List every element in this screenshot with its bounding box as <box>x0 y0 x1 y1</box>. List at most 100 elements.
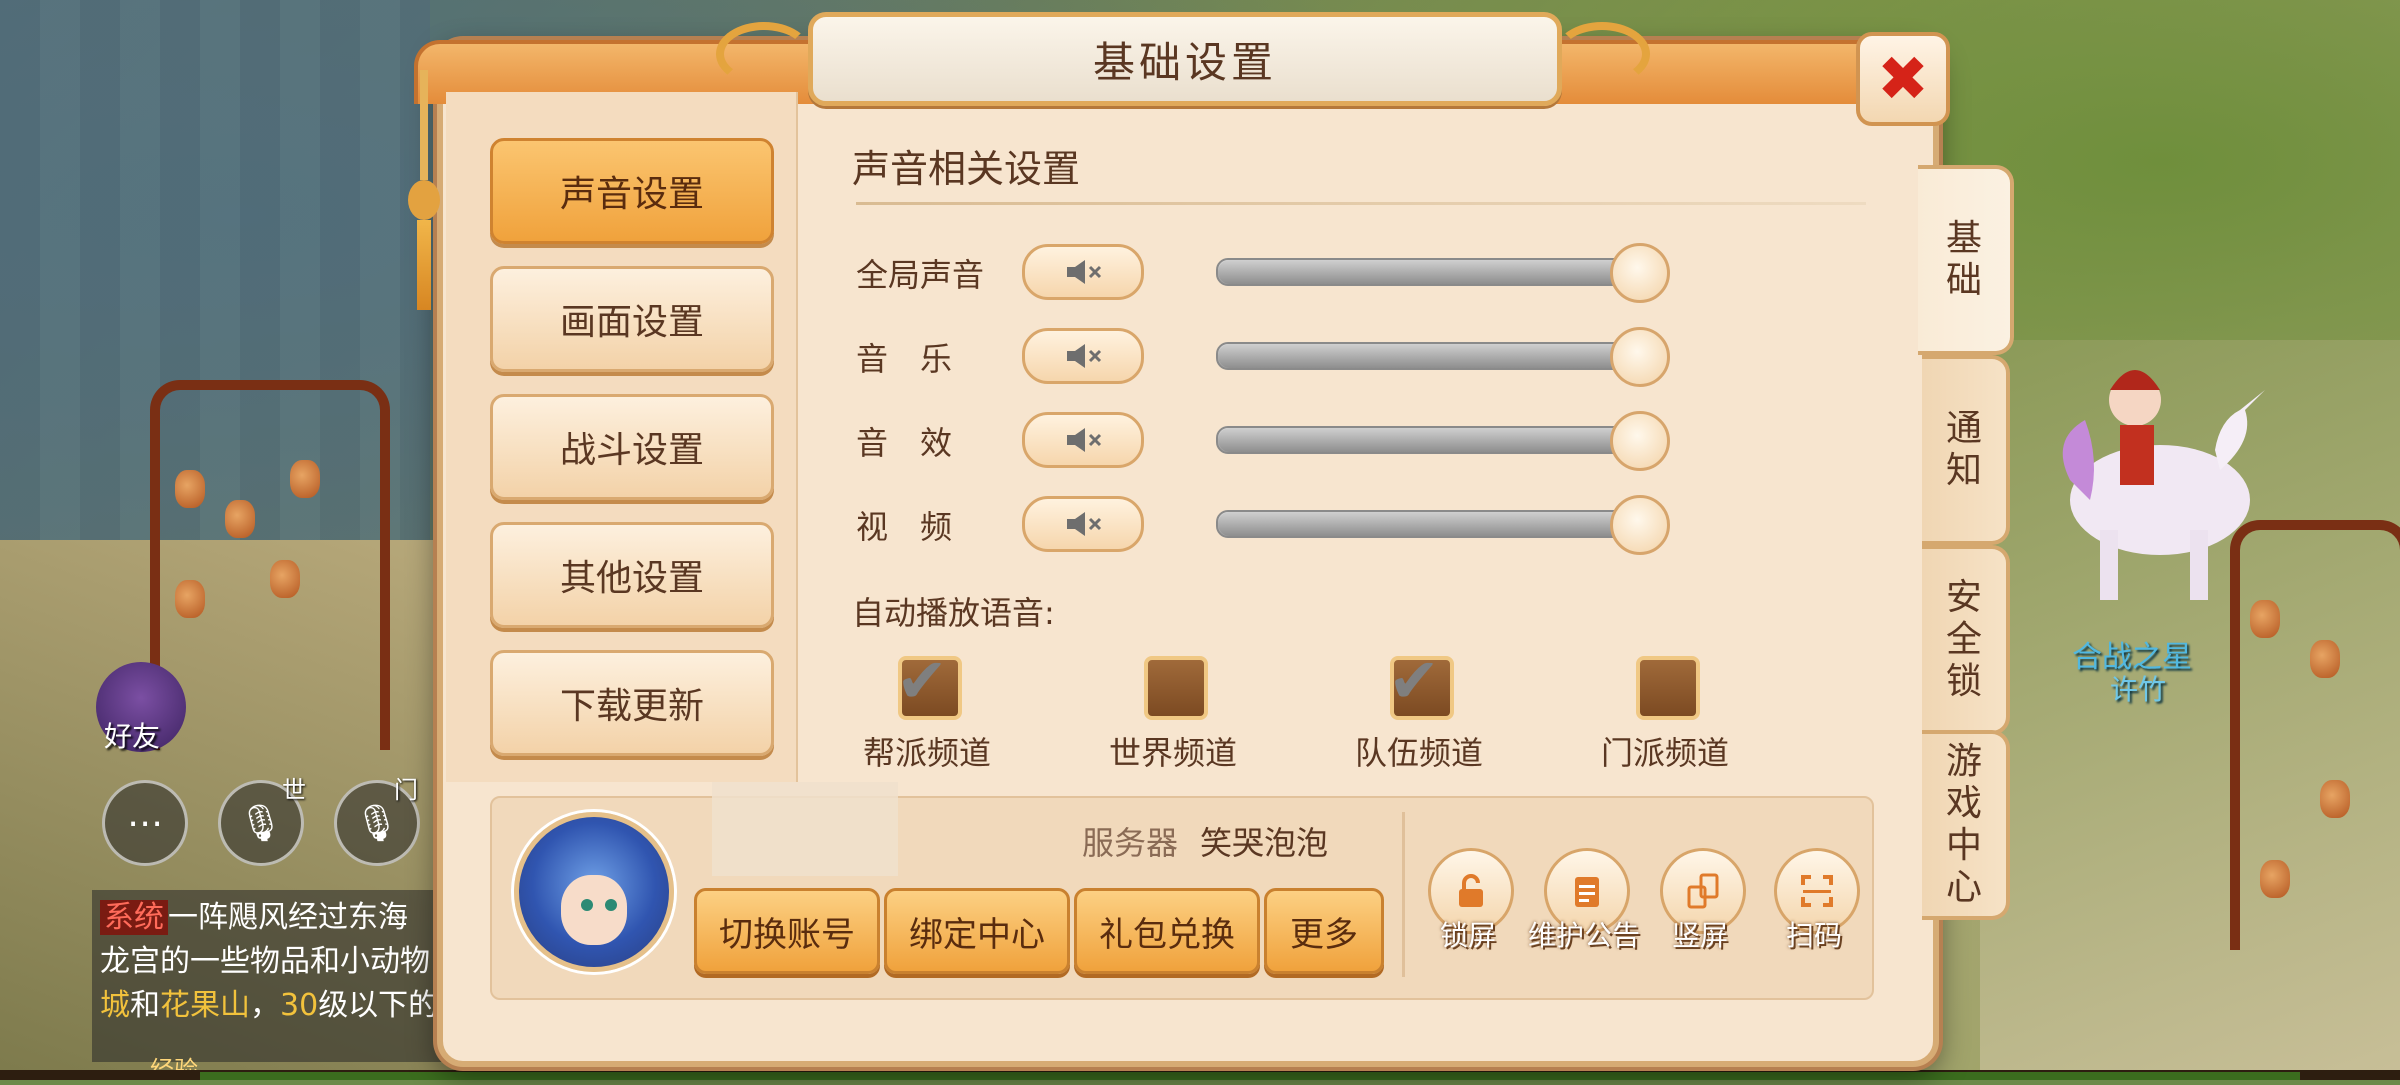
tab-label: 游戏中心 <box>1945 741 1982 908</box>
scan-code-label: 扫码 <box>1785 919 1842 952</box>
chat-text: 级以下的 <box>318 988 439 1023</box>
lantern <box>290 460 320 498</box>
slider-knob[interactable] <box>1610 327 1670 387</box>
scroll-ornament-left <box>716 22 812 86</box>
slider-fill <box>1218 260 1630 284</box>
lock-icon <box>1459 874 1483 907</box>
checkbox-label-world: 世界频道 <box>1108 734 1237 772</box>
portrait-mode-label: 竖屏 <box>1671 919 1728 952</box>
more-button[interactable]: 更多 <box>1264 888 1384 974</box>
chat-highlight: 30 <box>280 988 319 1023</box>
rotate-screen-icon <box>1687 873 1719 909</box>
chat-text: ， <box>250 988 280 1023</box>
lantern <box>2260 860 2290 898</box>
npc-name: 许竹 <box>2110 673 2167 706</box>
speaker-mute-icon <box>1067 428 1102 452</box>
chat-bubble-button[interactable]: ⋯ <box>102 780 188 866</box>
panel-divider <box>1402 812 1405 977</box>
gift-code-button[interactable]: 礼包兑换 <box>1074 888 1260 974</box>
lock-screen-label: 锁屏 <box>1439 919 1496 952</box>
mute-toggle-music[interactable] <box>1022 328 1144 384</box>
row-label-global: 全局声音 <box>856 256 985 294</box>
chat-text: 和 <box>130 988 160 1023</box>
chat-icon: ⋯ <box>127 802 163 844</box>
checkbox-sect-channel[interactable] <box>1636 656 1700 720</box>
speaker-mute-icon <box>1067 512 1102 536</box>
checkbox-team-channel[interactable]: ✔ <box>1388 650 1454 720</box>
volume-slider-sfx[interactable] <box>1216 426 1632 454</box>
friend-label: 好友 <box>104 720 161 753</box>
mute-toggle-sfx[interactable] <box>1022 412 1144 468</box>
speaker-mute-icon <box>1067 260 1102 284</box>
lantern <box>175 470 205 508</box>
chat-highlight: 花果山 <box>160 988 250 1023</box>
maintenance-notice-label: 维护公告 <box>1527 919 1640 952</box>
checkbox-label-team: 队伍频道 <box>1354 734 1483 772</box>
checkbox-label-sect: 门派频道 <box>1600 734 1729 772</box>
checkmark-icon: ✔ <box>896 644 948 717</box>
scroll-ornament-right <box>1554 22 1650 86</box>
lantern <box>270 560 300 598</box>
nav-display-settings[interactable]: 画面设置 <box>490 266 774 372</box>
tab-label: 安全锁 <box>1945 577 1982 702</box>
dialog-title-banner: 基础设置 <box>808 12 1562 106</box>
switch-account-button[interactable]: 切换账号 <box>694 888 880 974</box>
slider-knob[interactable] <box>1610 411 1670 471</box>
lantern <box>2310 640 2340 678</box>
server-name: 笑哭泡泡 <box>1200 824 1329 862</box>
lantern <box>225 500 255 538</box>
row-label-sfx: 音 效 <box>856 424 953 462</box>
tab-game-center[interactable]: 游戏中心 <box>1922 730 2010 920</box>
lantern <box>2320 780 2350 818</box>
tab-security-lock[interactable]: 安全锁 <box>1922 545 2010 735</box>
chat-line: 龙宫的一些物品和小动物 <box>100 944 430 979</box>
microphone-icon: 🎙 <box>238 803 284 844</box>
server-label: 服务器 <box>1082 824 1179 862</box>
chat-panel[interactable]: 系统 一阵飓风经过东海 龙宫的一些物品和小动物 城和花果山，30级以下的 <box>92 890 458 1062</box>
notice-board-icon <box>1575 877 1599 907</box>
slider-knob[interactable] <box>1610 243 1670 303</box>
volume-slider-global[interactable] <box>1216 258 1632 286</box>
checkbox-label-guild: 帮派频道 <box>862 734 991 772</box>
dialog-title: 基础设置 <box>1092 37 1277 87</box>
lantern-rack <box>150 380 390 750</box>
world-voice-label: 世 <box>282 776 306 804</box>
tab-basic[interactable]: 基础 <box>1918 165 2014 355</box>
checkbox-world-channel[interactable] <box>1144 656 1208 720</box>
checkbox-guild-channel[interactable]: ✔ <box>896 650 962 720</box>
volume-slider-video[interactable] <box>1216 510 1632 538</box>
sect-voice-label: 门 <box>394 776 418 804</box>
row-label-music: 音 乐 <box>856 340 953 378</box>
tab-label: 通知 <box>1945 408 1982 491</box>
slider-fill <box>1218 344 1630 368</box>
volume-slider-music[interactable] <box>1216 342 1632 370</box>
avatar-eye <box>605 899 617 911</box>
avatar-face <box>561 875 627 945</box>
avatar-eye <box>581 899 593 911</box>
slider-fill <box>1218 428 1630 452</box>
tab-notification[interactable]: 通知 <box>1922 355 2010 545</box>
blurred-region <box>712 782 898 876</box>
microphone-icon: 🎙 <box>354 803 400 844</box>
chat-highlight: 城 <box>100 988 130 1023</box>
section-divider <box>856 202 1866 205</box>
binding-center-button[interactable]: 绑定中心 <box>884 888 1070 974</box>
lantern <box>175 580 205 618</box>
scan-icon <box>1801 875 1833 907</box>
checkmark-icon: ✔ <box>1388 644 1440 717</box>
auto-play-voice-label: 自动播放语音: <box>852 594 1055 632</box>
tassel-ornament <box>408 70 440 330</box>
nav-download-update[interactable]: 下载更新 <box>490 650 774 756</box>
mute-toggle-global[interactable] <box>1022 244 1144 300</box>
close-button[interactable]: ✖ <box>1856 32 1950 126</box>
slider-knob[interactable] <box>1610 495 1670 555</box>
nav-other-settings[interactable]: 其他设置 <box>490 522 774 628</box>
nav-battle-settings[interactable]: 战斗设置 <box>490 394 774 500</box>
player-avatar[interactable] <box>514 812 674 972</box>
mute-toggle-video[interactable] <box>1022 496 1144 552</box>
npc-unicorn-rider[interactable] <box>2040 330 2270 620</box>
nav-sound-settings[interactable]: 声音设置 <box>490 138 774 244</box>
tab-label: 基础 <box>1945 218 1982 301</box>
chat-system-tag: 系统 <box>100 900 168 935</box>
slider-fill <box>1218 512 1630 536</box>
